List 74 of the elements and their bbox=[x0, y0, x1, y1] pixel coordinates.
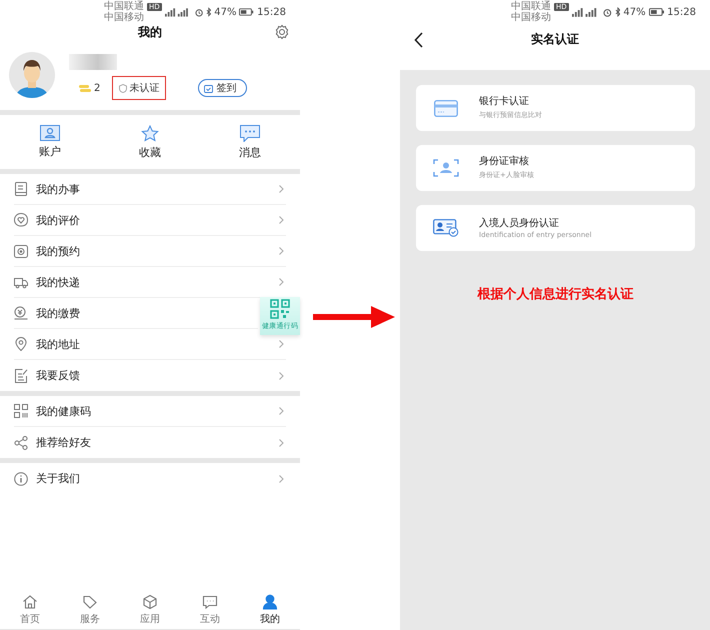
caption: 根据个人信息进行实名认证 bbox=[478, 286, 634, 303]
shortcut-item[interactable]: 账户 bbox=[20, 125, 80, 159]
card-title: 银行卡认证 bbox=[479, 94, 530, 108]
clock-time: 15:28 bbox=[667, 6, 696, 18]
page-title: 实名认证 bbox=[531, 30, 579, 48]
signal-icon bbox=[572, 7, 597, 17]
truck-icon bbox=[14, 275, 28, 289]
heart-bubble-icon bbox=[14, 213, 28, 227]
user-card-icon bbox=[40, 125, 60, 141]
location-pin-icon bbox=[14, 337, 28, 351]
carrier-name: 中国联通 bbox=[104, 1, 144, 12]
share-icon bbox=[14, 436, 28, 450]
menu-item[interactable]: 我的评价 bbox=[14, 205, 286, 236]
menu-item[interactable]: 我的办事 bbox=[14, 174, 286, 205]
nav-tab[interactable]: 首页 bbox=[10, 594, 50, 626]
bank-card-icon bbox=[433, 100, 459, 116]
message-icon bbox=[240, 124, 260, 142]
clock-time: 15:28 bbox=[257, 6, 286, 18]
chevron-icon bbox=[279, 474, 284, 482]
document-icon bbox=[14, 182, 28, 196]
card-title: 入境人员身份认证 bbox=[479, 216, 560, 230]
chevron-icon bbox=[279, 372, 284, 380]
chat-icon bbox=[202, 594, 218, 610]
carrier-name: 中国移动 bbox=[104, 12, 144, 23]
edit-icon bbox=[14, 368, 28, 382]
redacted-name bbox=[69, 54, 117, 70]
star-icon bbox=[141, 124, 159, 142]
menu-item[interactable]: 我的预约 bbox=[14, 236, 286, 267]
menu-item[interactable]: 我要反馈 bbox=[14, 360, 286, 391]
battery-percent: 47% bbox=[214, 6, 236, 18]
shortcut-item[interactable]: 消息 bbox=[220, 124, 280, 160]
battery-icon bbox=[239, 8, 254, 16]
bluetooth-icon bbox=[614, 7, 620, 17]
carrier-name: 中国移动 bbox=[511, 12, 551, 23]
chevron-icon bbox=[279, 247, 284, 255]
chevron-icon bbox=[279, 438, 284, 446]
chevron-icon bbox=[279, 340, 284, 348]
chevron-icon bbox=[279, 278, 284, 286]
cube-icon bbox=[142, 594, 158, 610]
coin-icon bbox=[14, 306, 28, 320]
nav-tab[interactable]: 互动 bbox=[190, 594, 230, 626]
back-icon[interactable] bbox=[414, 32, 423, 48]
chevron-icon bbox=[279, 407, 284, 415]
settings-icon[interactable] bbox=[274, 24, 290, 40]
avatar[interactable] bbox=[9, 52, 55, 98]
nav-tab[interactable]: 服务 bbox=[70, 594, 110, 626]
carrier-name: 中国联通 bbox=[511, 1, 551, 12]
coin-count: 2 bbox=[94, 82, 100, 94]
nav-tab[interactable]: 我的 bbox=[250, 594, 290, 626]
signal-icon bbox=[164, 7, 188, 17]
battery-percent: 47% bbox=[623, 6, 646, 18]
unverified-status[interactable]: 未认证 bbox=[112, 76, 166, 100]
id-card-icon bbox=[433, 219, 459, 237]
menu-item[interactable]: 我的健康码 bbox=[14, 396, 286, 427]
shortcut-item[interactable]: 收藏 bbox=[120, 124, 180, 160]
check-in-button[interactable]: 签到 bbox=[198, 79, 248, 97]
menu-item[interactable]: 推荐给好友 bbox=[14, 427, 286, 458]
nav-tab[interactable]: 应用 bbox=[130, 594, 170, 626]
bluetooth-icon bbox=[206, 7, 212, 17]
face-scan-icon bbox=[433, 159, 459, 177]
home-icon bbox=[22, 594, 38, 610]
info-icon bbox=[14, 472, 28, 486]
qr-code-icon bbox=[270, 299, 290, 319]
person-icon bbox=[262, 594, 278, 610]
chevron-icon bbox=[279, 185, 284, 193]
battery-icon bbox=[648, 8, 664, 16]
menu-item[interactable]: 我的缴费 bbox=[14, 298, 258, 329]
coin-stack-icon bbox=[79, 84, 91, 92]
qr-grid-icon bbox=[14, 404, 28, 418]
shield-icon bbox=[119, 84, 128, 92]
page-title: 我的 bbox=[138, 24, 162, 40]
chevron-icon bbox=[279, 216, 284, 224]
card-title: 身份证审核 bbox=[479, 154, 530, 168]
menu-item[interactable]: 关于我们 bbox=[14, 463, 286, 494]
